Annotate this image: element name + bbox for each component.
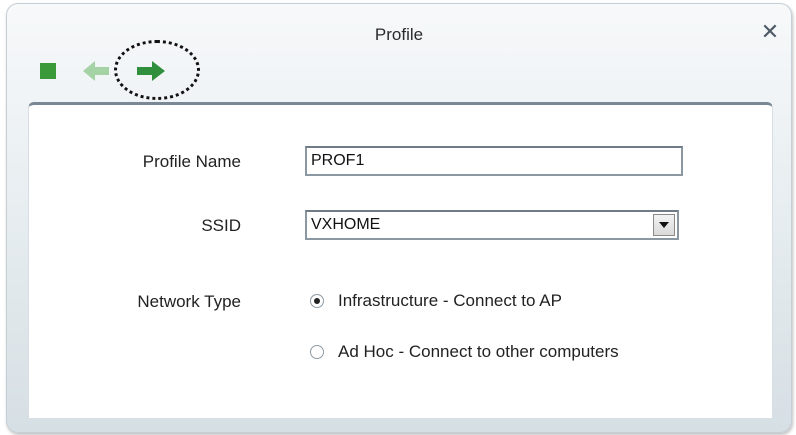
infrastructure-label: Infrastructure - Connect to AP [338,291,562,310]
highlight-circle [114,40,200,100]
back-button[interactable] [79,59,113,83]
profile-name-field[interactable] [305,146,683,176]
adhoc-option[interactable]: Ad Hoc - Connect to other computers [310,342,619,362]
back-arrow-icon [83,61,109,81]
infrastructure-option[interactable]: Infrastructure - Connect to AP [310,291,562,311]
profile-name-label: Profile Name [142,152,241,171]
ssid-select[interactable]: VXHOME [305,210,679,240]
profile-window: Profile ✕ Profile Name SSID VXHOME [6,3,792,433]
ssid-dropdown-button[interactable] [653,214,675,236]
adhoc-label: Ad Hoc - Connect to other computers [338,342,619,361]
close-button[interactable]: ✕ [759,21,781,43]
network-type-label: Network Type [137,292,241,311]
close-icon: ✕ [760,19,780,44]
stop-button[interactable] [37,59,59,83]
adhoc-radio[interactable] [310,345,324,359]
chevron-down-icon [659,222,669,228]
ssid-label: SSID [201,216,241,235]
window-title: Profile [374,25,424,44]
infrastructure-radio[interactable] [310,294,324,308]
ssid-value: VXHOME [311,216,381,233]
stop-icon [40,63,56,79]
profile-settings-panel: Profile Name SSID VXHOME Network Type In… [28,102,773,418]
